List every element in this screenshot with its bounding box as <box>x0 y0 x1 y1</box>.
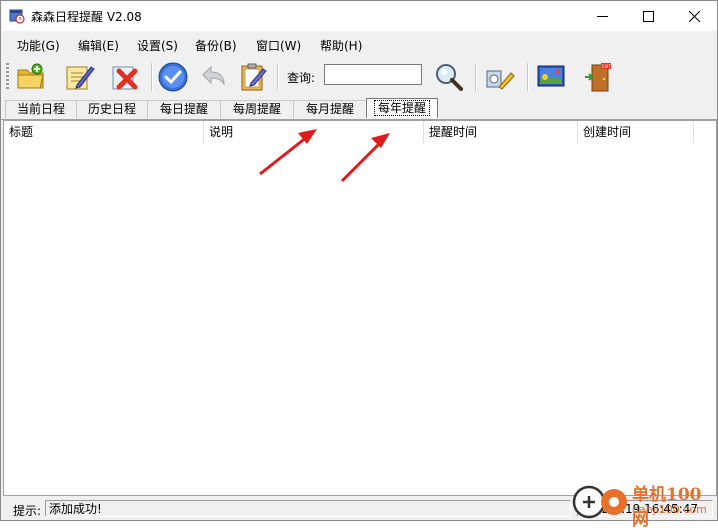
close-button[interactable] <box>671 1 717 31</box>
edit-note-icon[interactable] <box>63 61 95 93</box>
tab-weekly-reminder[interactable]: 每周提醒 <box>220 100 294 118</box>
window-title: 森森日程提醒 V2.08 <box>31 10 142 24</box>
toolbar-grip[interactable] <box>6 63 9 91</box>
settings-tools-icon[interactable] <box>483 61 515 93</box>
toolbar-separator <box>527 63 529 91</box>
maximize-icon <box>642 10 654 22</box>
search-label: 查询: <box>287 71 316 85</box>
watermark-logo-icon <box>572 485 627 519</box>
search-input[interactable] <box>324 64 422 85</box>
tab-daily-reminder[interactable]: 每日提醒 <box>147 100 221 118</box>
minimize-icon <box>596 15 608 17</box>
menu-bar: 功能(G) 编辑(E) 设置(S) 备份(B) 窗口(W) 帮助(H) <box>1 31 717 57</box>
search-magnifier-icon[interactable] <box>433 61 465 93</box>
column-header-title[interactable]: 标题 <box>4 121 204 143</box>
tab-history-schedule[interactable]: 历史日程 <box>76 100 148 118</box>
undo-icon[interactable] <box>197 61 229 93</box>
column-header-created-time[interactable]: 创建时间 <box>578 121 694 143</box>
maximize-button[interactable] <box>625 1 671 31</box>
menu-backup[interactable]: 备份(B) <box>195 37 237 54</box>
menu-function[interactable]: 功能(G) <box>17 37 60 54</box>
status-message: 添加成功! <box>45 500 571 517</box>
toolbar: 查询: EXIT <box>1 57 717 97</box>
clipboard-icon[interactable] <box>237 61 269 93</box>
screen-display-icon[interactable] <box>535 61 567 93</box>
tab-strip: 当前日程 历史日程 每日提醒 每周提醒 每月提醒 每年提醒 <box>1 97 717 120</box>
app-window: 森森日程提醒 V2.08 功能(G) 编辑(E) 设置(S) 备份(B) 窗口(… <box>0 0 718 521</box>
delete-icon[interactable] <box>109 61 141 93</box>
status-label: 提示: <box>13 504 42 518</box>
menu-help[interactable]: 帮助(H) <box>320 37 362 54</box>
menu-window[interactable]: 窗口(W) <box>256 37 301 54</box>
exit-door-icon[interactable]: EXIT <box>583 61 615 93</box>
calendar-clock-icon <box>9 9 25 24</box>
toolbar-separator <box>151 63 153 91</box>
tab-monthly-reminder[interactable]: 每月提醒 <box>293 100 367 118</box>
tab-current-schedule[interactable]: 当前日程 <box>5 100 77 118</box>
close-icon <box>688 10 700 22</box>
title-bar[interactable]: 森森日程提醒 V2.08 <box>1 1 717 31</box>
confirm-check-icon[interactable] <box>157 61 189 93</box>
svg-text:EXIT: EXIT <box>602 64 611 69</box>
tab-yearly-reminder[interactable]: 每年提醒 <box>366 98 438 118</box>
watermark: 单机100网 danji100.com <box>566 476 718 530</box>
watermark-url: danji100.com <box>632 503 707 516</box>
column-header-remind-time[interactable]: 提醒时间 <box>424 121 578 143</box>
toolbar-separator <box>475 63 477 91</box>
menu-settings[interactable]: 设置(S) <box>137 37 178 54</box>
open-folder-icon[interactable] <box>15 61 47 93</box>
menu-edit[interactable]: 编辑(E) <box>78 37 119 54</box>
toolbar-separator <box>277 63 279 91</box>
annotation-arrow-icon <box>259 129 317 176</box>
minimize-button[interactable] <box>579 1 625 31</box>
annotation-arrow-icon <box>340 133 390 183</box>
